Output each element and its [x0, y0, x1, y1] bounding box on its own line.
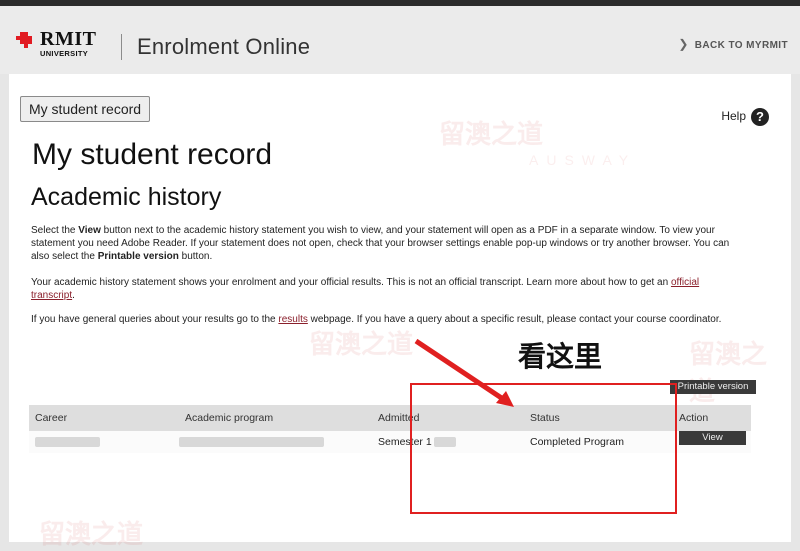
watermark-sub: AUSWAY: [529, 152, 637, 168]
para1-text-e: button.: [178, 251, 213, 262]
para2-text-a: Your academic history statement shows yo…: [31, 277, 671, 288]
printable-version-button[interactable]: Printable version: [670, 380, 756, 394]
col-action: Action: [679, 412, 709, 424]
watermark-text-4: 留澳之道: [39, 519, 144, 549]
para1-bold-view: View: [78, 225, 101, 236]
para3-text-b: webpage. If you have a query about a spe…: [307, 314, 722, 325]
redacted-program: [179, 437, 324, 447]
help-icon: ?: [751, 108, 769, 126]
back-link-label: BACK TO MYRMIT: [694, 40, 788, 51]
watermark-text-3: 留澳之道: [689, 339, 768, 406]
help-label: Help: [721, 109, 746, 124]
back-to-myrmit-link[interactable]: ❯ BACK TO MYRMIT: [678, 37, 788, 51]
para1-text-a: Select the: [31, 225, 79, 236]
my-student-record-button[interactable]: My student record: [20, 96, 151, 122]
transcript-paragraph: Your academic history statement shows yo…: [31, 276, 731, 302]
help-link[interactable]: Help?: [721, 108, 769, 126]
watermark-text-2: 留澳之道: [309, 329, 414, 359]
instructions-paragraph: Select the View button next to the acade…: [31, 224, 731, 263]
para1-bold-printable: Printable version: [97, 251, 179, 262]
logo-text: RMIT: [40, 28, 97, 50]
col-career: Career: [35, 412, 68, 424]
header-divider: [121, 34, 122, 60]
page-title: My student record: [32, 138, 273, 171]
site-header: RMIT UNIVERSITY Enrolment Online ❯ BACK T…: [0, 6, 800, 74]
queries-paragraph: If you have general queries about your r…: [31, 313, 731, 326]
para2-text-b: .: [72, 290, 75, 301]
col-academic-program: Academic program: [185, 412, 274, 424]
results-link[interactable]: results: [278, 314, 307, 325]
para3-text-a: If you have general queries about your r…: [31, 314, 279, 325]
rmit-logo[interactable]: RMIT UNIVERSITY: [16, 28, 106, 62]
redacted-career: [35, 437, 100, 447]
rmit-pixel-icon: [16, 32, 32, 48]
annotation-highlight-box: [410, 383, 677, 514]
chevron-right-icon: ❯: [678, 37, 689, 51]
logo-subtext: UNIVERSITY: [40, 49, 89, 58]
view-button[interactable]: View: [679, 431, 746, 445]
watermark-text: 留澳之道: [439, 119, 544, 149]
app-title: Enrolment Online: [137, 34, 311, 59]
annotation-label: 看这里: [518, 340, 603, 373]
section-title: Academic history: [31, 183, 222, 211]
